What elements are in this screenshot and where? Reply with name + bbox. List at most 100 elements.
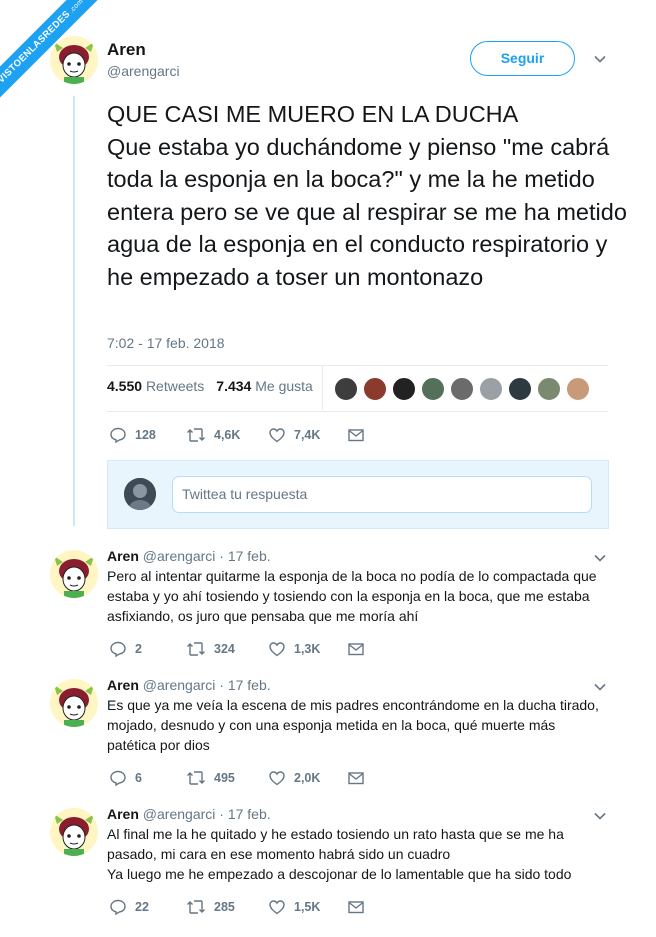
message-icon	[348, 643, 364, 656]
reply-button[interactable]: 6	[109, 769, 186, 787]
reply-text-line: patética por dios	[107, 737, 210, 753]
reply-header: Aren @arengarci · 17 feb.	[107, 677, 271, 693]
liker-avatar[interactable]	[334, 377, 358, 401]
reply-input[interactable]: Twittea tu respuesta	[172, 476, 592, 513]
reply-button[interactable]: 128	[109, 426, 186, 444]
message-button[interactable]	[347, 769, 373, 787]
liker-avatar[interactable]	[537, 377, 561, 401]
retweet-button[interactable]: 4,6K	[186, 426, 268, 444]
reply-text: Pero al intentar quitarme la esponja de …	[107, 566, 607, 626]
retweet-button[interactable]: 495	[186, 769, 268, 787]
retweet-count: 4,6K	[214, 428, 241, 442]
liker-avatar[interactable]	[421, 377, 445, 401]
like-button[interactable]: 7,4K	[268, 426, 347, 444]
author-name[interactable]: Aren	[107, 677, 139, 693]
avatar[interactable]	[50, 679, 98, 727]
message-icon	[348, 901, 364, 914]
chevron-down-icon[interactable]	[593, 680, 607, 694]
retweet-count: 324	[214, 642, 235, 656]
tweet-actions: 128 4,6K 7,4K	[109, 426, 373, 444]
liker-avatar[interactable]	[566, 377, 590, 401]
watermark-ribbon: VISTOENLASREDES.com	[0, 0, 110, 110]
reply-header: Aren @arengarci · 17 feb.	[107, 548, 271, 564]
reply-text-line: Pero al intentar quitarme la esponja de …	[107, 568, 597, 584]
author-name[interactable]: Aren	[107, 548, 139, 564]
like-count: 1,5K	[294, 900, 321, 914]
reply-header: Aren @arengarci · 17 feb.	[107, 806, 271, 822]
like-icon	[269, 771, 285, 786]
retweet-icon	[187, 642, 205, 656]
stats-separator	[322, 366, 323, 410]
tweet-stats: 4.550 Retweets 7.434 Me gusta	[107, 378, 313, 394]
avatar[interactable]	[50, 550, 98, 598]
chevron-down-icon[interactable]	[593, 809, 607, 823]
follow-button[interactable]: Seguir	[470, 41, 575, 76]
like-button[interactable]: 2,0K	[268, 769, 347, 787]
divider	[107, 365, 608, 366]
reply-button[interactable]: 22	[109, 898, 186, 916]
reply-text-line: Es que ya me veía la escena de mis padre…	[107, 697, 599, 713]
author-name[interactable]: Aren	[107, 806, 139, 822]
divider	[107, 411, 608, 412]
reply-text-line: mojado, desnudo y con una esponja metida…	[107, 717, 556, 733]
tweet-text: QUE CASI ME MUERO EN LA DUCHA Que estaba…	[107, 101, 627, 290]
reply-text-line: pasado, mi cara en ese momento habrá sid…	[107, 846, 451, 862]
reply-count: 2	[135, 642, 142, 656]
like-icon	[269, 642, 285, 657]
like-button[interactable]: 1,3K	[268, 640, 347, 658]
retweet-icon	[187, 428, 205, 442]
user-avatar	[124, 478, 156, 510]
reply-date[interactable]: · 17 feb.	[219, 806, 270, 822]
message-icon	[348, 429, 364, 442]
author-handle[interactable]: @arengarci	[107, 63, 180, 79]
like-count: 1,3K	[294, 642, 321, 656]
avatar[interactable]	[50, 808, 98, 856]
liker-avatar[interactable]	[392, 377, 416, 401]
liker-avatar[interactable]	[450, 377, 474, 401]
retweet-button[interactable]: 324	[186, 640, 268, 658]
likes-stat[interactable]: 7.434 Me gusta	[216, 378, 313, 394]
chevron-down-icon[interactable]	[593, 551, 607, 565]
reply-text: Al final me la he quitado y he estado to…	[107, 824, 607, 884]
watermark-text: VISTOENLASREDES.com	[0, 0, 109, 109]
author-handle[interactable]: @arengarci	[143, 677, 216, 693]
reply-text-line: Al final me la he quitado y he estado to…	[107, 826, 564, 842]
tweet-timestamp[interactable]: 7:02 - 17 feb. 2018	[107, 335, 225, 351]
like-button[interactable]: 1,5K	[268, 898, 347, 916]
liker-avatar[interactable]	[508, 377, 532, 401]
retweet-count: 495	[214, 771, 235, 785]
message-button[interactable]	[347, 426, 373, 444]
message-button[interactable]	[347, 640, 373, 658]
message-button[interactable]	[347, 898, 373, 916]
message-icon	[348, 772, 364, 785]
author-handle[interactable]: @arengarci	[143, 806, 216, 822]
author-handle[interactable]: @arengarci	[143, 548, 216, 564]
like-icon	[269, 428, 285, 443]
reply-actions: 6 495 2,0K	[109, 769, 373, 787]
author-name[interactable]: Aren	[107, 40, 146, 60]
liker-avatar[interactable]	[363, 377, 387, 401]
reply-actions: 2 324 1,3K	[109, 640, 373, 658]
retweets-stat[interactable]: 4.550 Retweets	[107, 378, 204, 394]
like-icon	[269, 900, 285, 915]
reply-date[interactable]: · 17 feb.	[219, 548, 270, 564]
retweet-button[interactable]: 285	[186, 898, 268, 916]
reply-icon	[110, 899, 126, 916]
reply-actions: 22 285 1,5K	[109, 898, 373, 916]
liker-avatar[interactable]	[479, 377, 503, 401]
thread-line	[73, 96, 75, 526]
reply-count: 128	[135, 428, 156, 442]
reply-icon	[110, 770, 126, 787]
reply-text-line: asfixiando, os juro que pensaba que me m…	[107, 608, 419, 624]
retweet-count: 285	[214, 900, 235, 914]
like-count: 2,0K	[294, 771, 321, 785]
reply-icon	[110, 427, 126, 444]
retweet-icon	[187, 771, 205, 785]
chevron-down-icon[interactable]	[593, 52, 607, 66]
reply-text-line: estaba y yo ahí tosiendo y tosiendo con …	[107, 588, 590, 604]
reply-text: Es que ya me veía la escena de mis padre…	[107, 695, 607, 755]
reply-count: 6	[135, 771, 142, 785]
reply-date[interactable]: · 17 feb.	[219, 677, 270, 693]
reply-button[interactable]: 2	[109, 640, 186, 658]
retweet-icon	[187, 900, 205, 914]
